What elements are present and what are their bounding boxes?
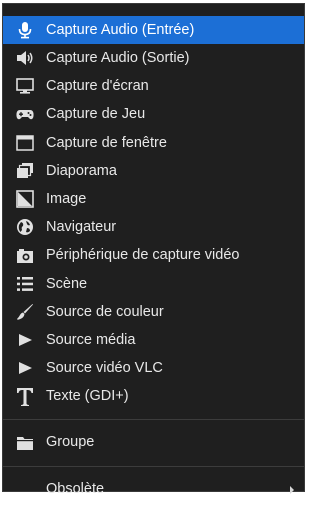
- menu-item-audio-input-capture[interactable]: Capture Audio (Entrée): [3, 16, 304, 45]
- menu-separator: [3, 418, 304, 420]
- menu-item-color-source[interactable]: Source de couleur: [3, 298, 304, 326]
- menu-item-window-capture[interactable]: Capture de fenêtre: [3, 129, 304, 157]
- text-icon: [16, 387, 34, 406]
- globe-icon: [16, 218, 34, 236]
- play-icon: [16, 331, 34, 349]
- folder-icon: [16, 434, 34, 452]
- gamepad-icon: [16, 106, 34, 124]
- menu-item-label: Diaporama: [46, 162, 117, 179]
- menu-item-group[interactable]: Groupe: [3, 428, 304, 458]
- menu-item-label: Périphérique de capture vidéo: [46, 247, 240, 264]
- microphone-icon: [16, 21, 34, 39]
- menu-item-vlc-video-source[interactable]: Source vidéo VLC: [3, 354, 304, 382]
- menu-item-label: Groupe: [46, 434, 95, 451]
- menu-item-image[interactable]: Image: [3, 185, 304, 213]
- menu-item-scene[interactable]: Scène: [3, 270, 304, 298]
- menu-item-browser[interactable]: Navigateur: [3, 213, 304, 241]
- list-icon: [16, 275, 34, 293]
- menu-item-media-source[interactable]: Source média: [3, 326, 304, 354]
- menu-item-text-gdi[interactable]: Texte (GDI+): [3, 382, 304, 410]
- menu-item-game-capture[interactable]: Capture de Jeu: [3, 101, 304, 129]
- menu-item-label: Source de couleur: [46, 303, 164, 320]
- menu-item-label: Image: [46, 190, 87, 207]
- camera-icon: [16, 247, 34, 265]
- menu-item-label: Capture de Jeu: [46, 106, 146, 123]
- submenu-arrow-icon: [290, 485, 294, 494]
- menu-item-deprecated-submenu[interactable]: Obsolète: [3, 475, 304, 505]
- menu-separator: [3, 465, 304, 467]
- menu-item-display-capture[interactable]: Capture d'écran: [3, 72, 304, 100]
- menu-item-video-capture-device[interactable]: Périphérique de capture vidéo: [3, 242, 304, 270]
- speaker-icon: [16, 49, 34, 67]
- play-icon: [16, 359, 34, 377]
- menu-item-label: Capture Audio (Entrée): [46, 21, 195, 38]
- menu-item-label: Scène: [46, 275, 88, 292]
- window-icon: [16, 134, 34, 152]
- menu-item-label: Capture d'écran: [46, 78, 149, 95]
- menu-item-label: Navigateur: [46, 219, 117, 236]
- brush-icon: [16, 303, 34, 321]
- menu-item-label: Source vidéo VLC: [46, 360, 163, 377]
- slideshow-icon: [16, 162, 34, 180]
- menu-item-label: Source média: [46, 331, 136, 348]
- menu-item-slideshow[interactable]: Diaporama: [3, 157, 304, 185]
- menu-item-label: Texte (GDI+): [46, 388, 129, 405]
- image-icon: [16, 190, 34, 209]
- menu-item-label: Capture Audio (Sortie): [46, 50, 190, 67]
- monitor-icon: [16, 77, 34, 95]
- menu-item-label: Capture de fenêtre: [46, 134, 167, 151]
- add-source-context-menu: Capture Audio (Entrée) Capture Audio (So…: [2, 3, 305, 496]
- menu-item-audio-output-capture[interactable]: Capture Audio (Sortie): [3, 44, 304, 72]
